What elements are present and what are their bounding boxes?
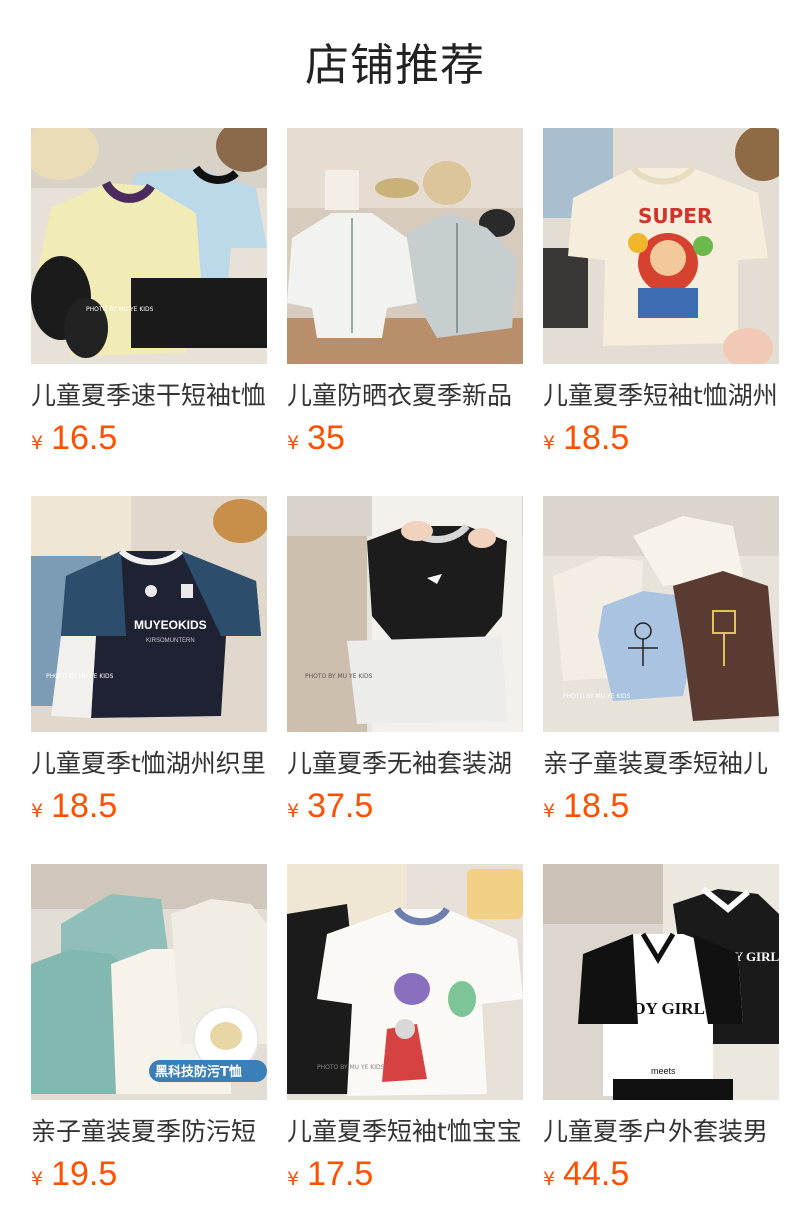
product-image[interactable]: 黑科技防污T恤 [31, 864, 267, 1100]
product-price: ¥44.5 [543, 1152, 629, 1196]
product-card[interactable]: 儿童防晒衣夏季新品 ¥35 [287, 128, 523, 468]
watermark-text: PHOTO BY MU YE KIDS [46, 673, 114, 680]
product-image[interactable] [287, 128, 523, 364]
price-value: 18.5 [563, 787, 630, 825]
jersey-logo-text: MUYEOKIDS [134, 618, 207, 632]
polo-logo-text: BOY GIRL [621, 999, 705, 1018]
currency-symbol: ¥ [543, 800, 556, 822]
price-value: 37.5 [307, 787, 374, 825]
page-title: 店铺推荐 [305, 40, 485, 91]
price-value: 18.5 [563, 419, 630, 457]
product-name[interactable]: 儿童夏季户外套装男 [543, 1114, 779, 1150]
product-image[interactable]: PHOTO BY MU YE KIDS [31, 128, 267, 364]
product-price: ¥35 [287, 416, 345, 460]
product-price: ¥18.5 [543, 784, 629, 828]
product-card[interactable]: SUPER 儿童夏季短袖t恤湖州 ¥18.5 [543, 128, 779, 468]
product-price: ¥19.5 [31, 1152, 117, 1196]
product-price: ¥37.5 [287, 784, 373, 828]
product-name[interactable]: 儿童夏季短袖t恤湖州 [543, 378, 779, 414]
currency-symbol: ¥ [287, 432, 300, 454]
product-image[interactable]: MUYEOKIDS KIRSOMUNTERN PHOTO BY MU YE KI… [31, 496, 267, 732]
product-price: ¥18.5 [543, 416, 629, 460]
product-image[interactable]: PHOTO BY MU YE KIDS [287, 864, 523, 1100]
mario-word: SUPER [638, 204, 712, 228]
product-image[interactable]: PHOTO BY MU YE KIDS [543, 496, 779, 732]
product-card[interactable]: PHOTO BY MU YE KIDS 儿童夏季无袖套装湖 ¥37.5 [287, 496, 523, 836]
product-name[interactable]: 儿童夏季速干短袖t恤 [31, 378, 267, 414]
product-price: ¥17.5 [287, 1152, 373, 1196]
price-value: 18.5 [51, 787, 118, 825]
product-name[interactable]: 亲子童装夏季防污短 [31, 1114, 267, 1150]
product-name[interactable]: 儿童防晒衣夏季新品 [287, 378, 523, 414]
product-price: ¥16.5 [31, 416, 117, 460]
product-card[interactable]: MUYEOKIDS KIRSOMUNTERN PHOTO BY MU YE KI… [31, 496, 267, 836]
currency-symbol: ¥ [287, 800, 300, 822]
currency-symbol: ¥ [31, 1168, 44, 1190]
product-card[interactable]: BOY GIRL BOY GIRL meets 儿童夏季户外套装男 ¥44.5 [543, 864, 779, 1204]
currency-symbol: ¥ [543, 432, 556, 454]
product-price: ¥18.5 [31, 784, 117, 828]
product-card[interactable]: PHOTO BY MU YE KIDS 亲子童装夏季短袖儿 ¥18.5 [543, 496, 779, 836]
price-value: 44.5 [563, 1155, 630, 1193]
product-image[interactable]: SUPER [543, 128, 779, 364]
price-value: 16.5 [51, 419, 118, 457]
product-image[interactable]: PHOTO BY MU YE KIDS [287, 496, 523, 732]
watermark-text: PHOTO BY MU YE KIDS [317, 1064, 385, 1071]
watermark-text: PHOTO BY MU YE KIDS [86, 306, 154, 313]
product-name[interactable]: 儿童夏季t恤湖州织里 [31, 746, 267, 782]
price-value: 19.5 [51, 1155, 118, 1193]
product-card[interactable]: 黑科技防污T恤 亲子童装夏季防污短 ¥19.5 [31, 864, 267, 1204]
watermark-text: PHOTO BY MU YE KIDS [305, 673, 373, 680]
product-card[interactable]: PHOTO BY MU YE KIDS 儿童夏季短袖t恤宝宝 ¥17.5 [287, 864, 523, 1204]
jersey-sub-text: KIRSOMUNTERN [146, 638, 195, 644]
badge-text: 黑科技防污T恤 [155, 1064, 242, 1080]
product-name[interactable]: 儿童夏季无袖套装湖 [287, 746, 523, 782]
product-name[interactable]: 儿童夏季短袖t恤宝宝 [287, 1114, 523, 1150]
product-card[interactable]: PHOTO BY MU YE KIDS 儿童夏季速干短袖t恤 ¥16.5 [31, 128, 267, 468]
currency-symbol: ¥ [287, 1168, 300, 1190]
currency-symbol: ¥ [31, 800, 44, 822]
watermark-text: PHOTO BY MU YE KIDS [563, 693, 631, 700]
currency-symbol: ¥ [31, 432, 44, 454]
currency-symbol: ¥ [543, 1168, 556, 1190]
polo-sub-text: meets [651, 1066, 676, 1076]
price-value: 17.5 [307, 1155, 374, 1193]
product-name[interactable]: 亲子童装夏季短袖儿 [543, 746, 779, 782]
product-image[interactable]: BOY GIRL BOY GIRL meets [543, 864, 779, 1100]
price-value: 35 [307, 419, 345, 457]
